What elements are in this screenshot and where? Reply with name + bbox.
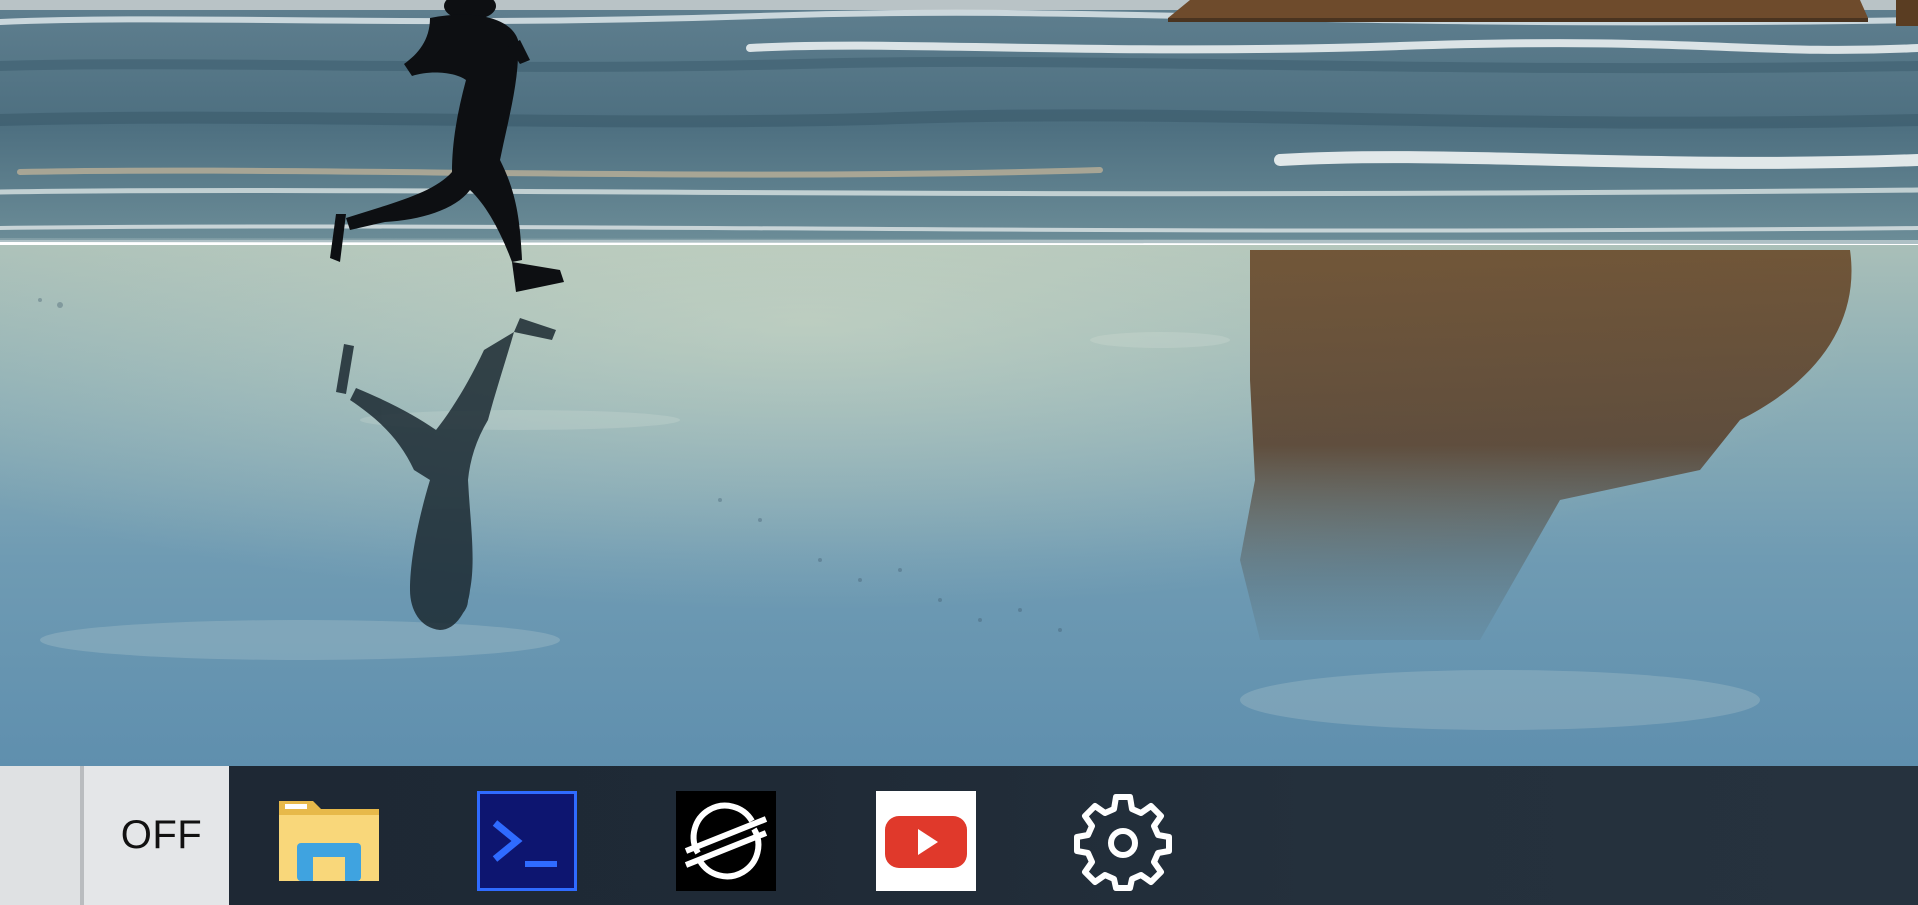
taskbar: OFF: [0, 766, 1918, 905]
youtube-button[interactable]: [876, 791, 976, 891]
gear-icon: [1073, 791, 1173, 891]
desktop-wallpaper: [0, 0, 1918, 766]
taskbar-edge-tile[interactable]: [0, 766, 80, 905]
terminal-button[interactable]: [477, 791, 577, 891]
power-toggle-button[interactable]: OFF: [84, 766, 229, 905]
stellar-button[interactable]: [676, 791, 776, 891]
stellar-icon: [676, 791, 776, 891]
folder-icon: [279, 791, 379, 891]
file-explorer-button[interactable]: [279, 791, 379, 891]
settings-button[interactable]: [1073, 791, 1173, 891]
power-toggle-label: OFF: [120, 813, 203, 857]
desktop: OFF: [0, 0, 1918, 905]
youtube-icon: [876, 791, 976, 891]
terminal-icon: [477, 791, 577, 891]
